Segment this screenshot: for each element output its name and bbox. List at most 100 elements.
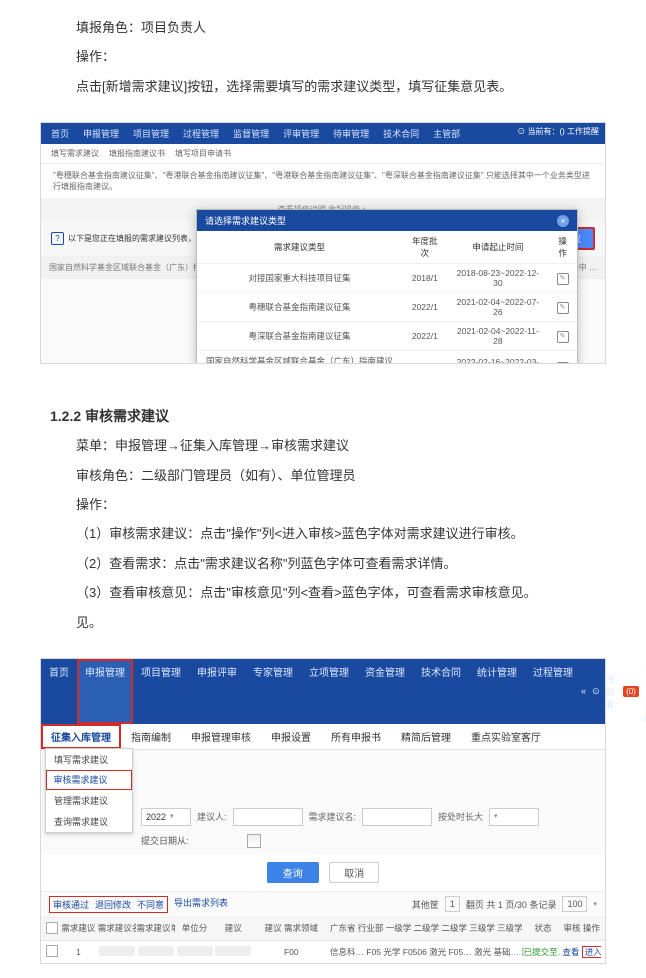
menu-item[interactable]: 立项管理: [301, 659, 357, 724]
reject-link[interactable]: 不同意: [137, 898, 164, 911]
cell-type: 粤穗联合基金指南建议征集: [197, 293, 402, 322]
reminder-label: 当前有:: [606, 672, 618, 711]
page-size[interactable]: 100: [562, 896, 587, 912]
col-period: 申请起止时间: [448, 231, 549, 264]
cell-type: 国家自然科学基金区域联合基金（广东）指南建议征集: [197, 351, 402, 365]
tab[interactable]: 指南编制: [121, 724, 181, 749]
dialog-title: 请选择需求建议类型: [205, 214, 286, 227]
menu-item-hl[interactable]: 申报管理: [77, 659, 133, 724]
year-select[interactable]: 2022▾: [141, 808, 191, 826]
op-label2: 操作：: [50, 493, 596, 516]
gh: 广东省 行业部 一级学 二级学 二级学 三级学 三级学 四级学 技术阶 指南方: [330, 922, 524, 936]
menu-item[interactable]: 专家管理: [245, 659, 301, 724]
submenu-item[interactable]: 填报指南建议书: [109, 148, 165, 159]
shot1-top-menu: 首页 申报管理 项目管理 过程管理 监督管理 评审管理 待审管理 技术合同 主管…: [41, 123, 605, 144]
screenshot-1: 首页 申报管理 项目管理 过程管理 监督管理 评审管理 待审管理 技术合同 主管…: [40, 122, 606, 364]
menu-item[interactable]: 技术合同: [383, 127, 419, 140]
menu-item[interactable]: 待审管理: [333, 127, 369, 140]
row-checkbox[interactable]: [46, 945, 58, 957]
enter-review-link[interactable]: 进入: [582, 946, 601, 958]
dialog-row[interactable]: 粤深联合基金指南建议征集2022/12021-02-04~2022-11-28✎: [197, 322, 577, 351]
chevron-down-icon: ▾: [593, 900, 597, 908]
row-status: 已提交至…: [524, 946, 563, 958]
work-reminder[interactable]: ⊙ 当前有：() 工作提醒: [517, 126, 599, 137]
type-table: 需求建议类型 年度批次 申请起止时间 操作 对接国家重大科技项目征集2018/1…: [197, 231, 577, 364]
cell-batch: 2022/1: [402, 322, 448, 351]
collect-dropdown: 填写需求建议 审核需求建议 管理需求建议 查询需求建议: [45, 748, 133, 833]
sort-select[interactable]: ▾: [489, 808, 539, 826]
dialog-row[interactable]: 国家自然科学基金区域联合基金（广东）指南建议征集2022/12022-02-16…: [197, 351, 577, 365]
pager-page[interactable]: 1: [445, 896, 460, 912]
close-icon[interactable]: ×: [557, 215, 569, 227]
filter-row-2: 提交日期从:: [41, 832, 605, 854]
gh: 单位分: [175, 922, 214, 936]
write-icon[interactable]: ✎: [557, 302, 569, 314]
dd-item[interactable]: 管理需求建议: [46, 790, 132, 811]
return-link[interactable]: 退回修改: [95, 898, 131, 911]
section-title: 1.2.2 审核需求建议: [50, 406, 596, 426]
role-line: 填报角色：项目负责人: [50, 16, 596, 39]
cell-period: 2018-08-23~2022-12-30: [448, 264, 549, 293]
view-link[interactable]: 查看: [562, 947, 579, 957]
menu-item[interactable]: 项目管理: [133, 659, 189, 724]
menu-item[interactable]: 资金管理: [357, 659, 413, 724]
action-row: 审核通过 退回修改 不同意 导出需求列表 其他筐 1 翻页 共 1 页/30 条…: [41, 891, 605, 918]
row-idx: 1: [59, 947, 98, 957]
menu-item[interactable]: 主管部: [433, 127, 460, 140]
search-button[interactable]: 查询: [267, 862, 319, 883]
op-desc: 点击[新增需求建议]按钮，选择需要填写的需求建议类型，填写征集意见表。: [50, 75, 596, 98]
submenu-item[interactable]: 填写需求建议: [51, 148, 99, 159]
write-icon[interactable]: ✎: [557, 362, 569, 365]
dd-item-review[interactable]: 审核需求建议: [46, 770, 132, 790]
menu-item[interactable]: 申报管理: [83, 127, 119, 140]
menu-item[interactable]: 首页: [51, 127, 69, 140]
menu-item[interactable]: 评审管理: [283, 127, 319, 140]
work-reminder[interactable]: « ⊙ 当前有: (0) 条工作提醒: [581, 659, 646, 724]
menu-item[interactable]: 项目管理: [133, 127, 169, 140]
gh: 需求建议: [59, 922, 98, 936]
tab[interactable]: 重点实验室客厅: [461, 724, 551, 749]
menu-item[interactable]: 过程管理: [525, 659, 581, 724]
tab[interactable]: 申报设置: [261, 724, 321, 749]
dd-item[interactable]: 填写需求建议: [46, 749, 132, 770]
menu-item[interactable]: 统计管理: [469, 659, 525, 724]
menu-item[interactable]: 过程管理: [183, 127, 219, 140]
menu-item[interactable]: 监督管理: [233, 127, 269, 140]
shot1-desc: "粤穗联合基金指南建议征集"、"粤港联合基金指南建议征集"、"粤港联合基金指南建…: [41, 164, 605, 198]
select-all-checkbox[interactable]: [46, 922, 58, 934]
input-name[interactable]: [362, 808, 432, 826]
shot2-submenu: 征集入库管理 指南编制 申报管理审核 申报设置 所有申报书 精简后管理 重点实验…: [41, 724, 605, 750]
filter-label: 按处时长大: [438, 810, 483, 823]
tab-collect[interactable]: 征集入库管理: [41, 724, 121, 749]
menu-item[interactable]: 首页: [41, 659, 77, 724]
pager: 其他筐 1 翻页 共 1 页/30 条记录 100 ▾: [412, 896, 597, 912]
filter-label: 建议人:: [197, 810, 227, 823]
dialog-row[interactable]: 对接国家重大科技项目征集2018/12018-08-23~2022-12-30✎: [197, 264, 577, 293]
tab[interactable]: 申报管理审核: [181, 724, 261, 749]
menu-item[interactable]: 申报评审: [189, 659, 245, 724]
op-label: 操作：: [50, 45, 596, 68]
export-link[interactable]: 导出需求列表: [174, 896, 228, 913]
shot2-top-menu: 首页 申报管理 项目管理 申报评审 专家管理 立项管理 资金管理 技术合同 统计…: [41, 659, 605, 724]
tab[interactable]: 所有申报书: [321, 724, 391, 749]
tab[interactable]: 精简后管理: [391, 724, 461, 749]
dd-item[interactable]: 查询需求建议: [46, 811, 132, 832]
col-batch: 年度批次: [402, 231, 448, 264]
input-jianyiren[interactable]: [233, 808, 303, 826]
submenu-item[interactable]: 填写项目申请书: [175, 148, 231, 159]
reset-button[interactable]: 取消: [329, 862, 379, 883]
grid-header: 需求建议 需求建议名称 需求建议单 单位分 建议 建议 需求领域 广东省 行业部…: [41, 918, 605, 941]
menu-item[interactable]: 技术合同: [413, 659, 469, 724]
screenshot-2: 首页 申报管理 项目管理 申报评审 专家管理 立项管理 资金管理 技术合同 统计…: [40, 658, 606, 964]
write-icon[interactable]: ✎: [557, 273, 569, 285]
cell-period: 2021-02-04~2022-07-26: [448, 293, 549, 322]
cell-period: 2022-02-16~2022-03-31: [448, 351, 549, 365]
dialog-row[interactable]: 粤穗联合基金指南建议征集2022/12021-02-04~2022-07-26✎: [197, 293, 577, 322]
write-icon[interactable]: ✎: [557, 331, 569, 343]
row-code: F00: [253, 947, 330, 957]
help-icon: ?: [51, 232, 64, 245]
calendar-icon[interactable]: [247, 834, 261, 848]
blur-cell: [215, 946, 251, 956]
gh: 审核 操作: [562, 922, 601, 936]
approve-link[interactable]: 审核通过: [53, 898, 89, 911]
